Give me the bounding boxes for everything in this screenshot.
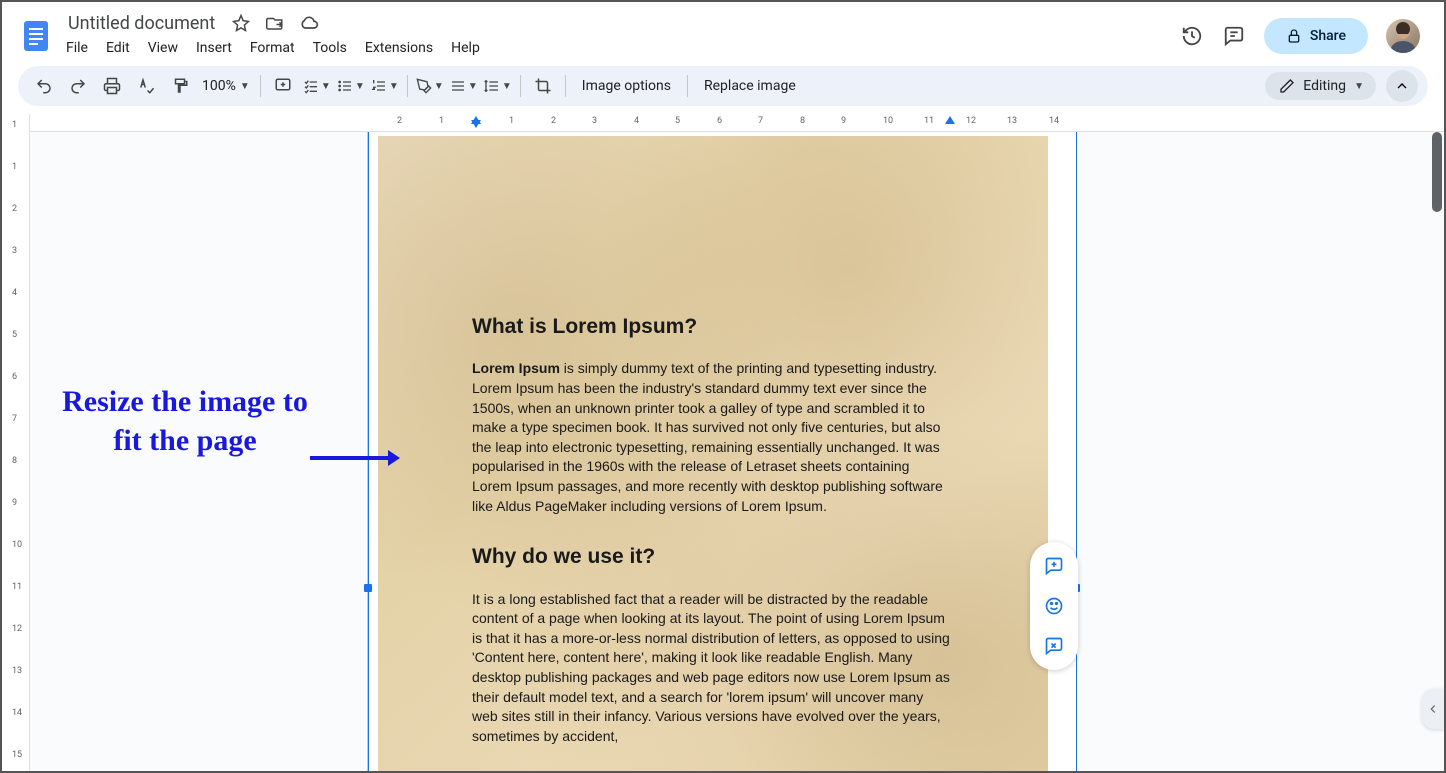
share-label: Share xyxy=(1310,28,1346,44)
chevron-down-icon: ▼ xyxy=(468,81,478,92)
indent-marker-right[interactable] xyxy=(945,116,955,124)
horizontal-ruler: 2 1 1 2 3 4 5 6 7 8 9 10 11 12 13 14 xyxy=(30,114,1444,132)
titlebar: Untitled document File Edit View Insert … xyxy=(2,2,1444,62)
separator xyxy=(260,75,261,97)
paint-format-button[interactable] xyxy=(164,70,196,102)
suggest-edit-icon[interactable] xyxy=(1036,628,1072,664)
document-title[interactable]: Untitled document xyxy=(64,11,219,36)
chevron-down-icon: ▼ xyxy=(502,81,512,92)
zoom-select[interactable]: 100% ▼ xyxy=(198,78,254,94)
toolbar: 100% ▼ ▼ ▼ ▼ ▼ ▼ ▼ Image options Replace… xyxy=(18,66,1428,106)
print-button[interactable] xyxy=(96,70,128,102)
separator xyxy=(565,75,566,97)
separator xyxy=(687,75,688,97)
heading-1: What is Lorem Ipsum? xyxy=(472,312,952,341)
page-text: What is Lorem Ipsum? Lorem Ipsum is simp… xyxy=(472,312,952,771)
separator xyxy=(520,75,521,97)
menu-format[interactable]: Format xyxy=(250,40,295,56)
add-comment-icon[interactable] xyxy=(1036,548,1072,584)
spellcheck-button[interactable] xyxy=(130,70,162,102)
resize-handle-left[interactable] xyxy=(364,584,372,592)
selection-edge-right xyxy=(1076,132,1077,771)
first-line-indent-marker[interactable] xyxy=(471,120,481,128)
menu-file[interactable]: File xyxy=(66,40,88,56)
checklist-button[interactable]: ▼ xyxy=(301,70,333,102)
editing-mode-button[interactable]: Editing ▼ xyxy=(1265,72,1376,100)
line-spacing-button[interactable]: ▼ xyxy=(482,70,514,102)
menubar: File Edit View Insert Format Tools Exten… xyxy=(64,36,1180,62)
menu-help[interactable]: Help xyxy=(451,40,480,56)
align-button[interactable]: ▼ xyxy=(448,70,480,102)
collapse-toolbar-button[interactable] xyxy=(1386,70,1418,102)
mode-label: Editing xyxy=(1303,78,1346,94)
menu-tools[interactable]: Tools xyxy=(313,40,347,56)
docs-logo[interactable] xyxy=(18,18,54,54)
chevron-down-icon: ▼ xyxy=(321,81,331,92)
chevron-down-icon: ▼ xyxy=(1354,81,1364,92)
bulleted-list-button[interactable]: ▼ xyxy=(335,70,367,102)
share-button[interactable]: Share xyxy=(1264,18,1368,54)
comments-icon[interactable] xyxy=(1222,24,1246,48)
undo-button[interactable] xyxy=(28,70,60,102)
add-emoji-icon[interactable] xyxy=(1036,588,1072,624)
menu-insert[interactable]: Insert xyxy=(196,40,232,56)
redo-button[interactable] xyxy=(62,70,94,102)
side-panel-toggle[interactable] xyxy=(1422,689,1444,729)
menu-extensions[interactable]: Extensions xyxy=(365,40,433,56)
document-canvas[interactable]: What is Lorem Ipsum? Lorem Ipsum is simp… xyxy=(30,132,1444,771)
separator xyxy=(407,75,408,97)
menu-edit[interactable]: Edit xyxy=(106,40,130,56)
star-icon[interactable] xyxy=(231,13,251,33)
history-icon[interactable] xyxy=(1180,24,1204,48)
vertical-ruler: 1 1 2 3 4 5 6 7 8 9 10 11 12 13 14 15 xyxy=(2,114,30,771)
menu-view[interactable]: View xyxy=(148,40,178,56)
chevron-down-icon: ▼ xyxy=(434,81,444,92)
move-icon[interactable] xyxy=(265,13,285,33)
annotation-arrow-icon xyxy=(310,448,400,472)
chevron-down-icon: ▼ xyxy=(355,81,365,92)
chevron-down-icon: ▼ xyxy=(240,81,250,92)
lead-bold: Lorem Ipsum xyxy=(472,360,560,376)
avatar[interactable] xyxy=(1386,19,1420,53)
heading-2: Why do we use it? xyxy=(472,542,952,571)
numbered-list-button[interactable]: ▼ xyxy=(369,70,401,102)
zoom-value: 100% xyxy=(202,78,236,94)
chevron-down-icon: ▼ xyxy=(389,81,399,92)
border-color-button[interactable]: ▼ xyxy=(414,70,446,102)
add-comment-button[interactable] xyxy=(267,70,299,102)
crop-button[interactable] xyxy=(527,70,559,102)
cloud-status-icon[interactable] xyxy=(299,13,319,33)
paragraph-1: is simply dummy text of the printing and… xyxy=(472,360,943,513)
paragraph-2: It is a long established fact that a rea… xyxy=(472,590,952,747)
image-options-button[interactable]: Image options xyxy=(572,74,681,98)
scrollbar-thumb[interactable] xyxy=(1432,132,1442,212)
annotation-text: Resize the image to fit the page xyxy=(50,382,320,460)
replace-image-button[interactable]: Replace image xyxy=(694,74,806,98)
comment-rail xyxy=(1030,542,1078,670)
